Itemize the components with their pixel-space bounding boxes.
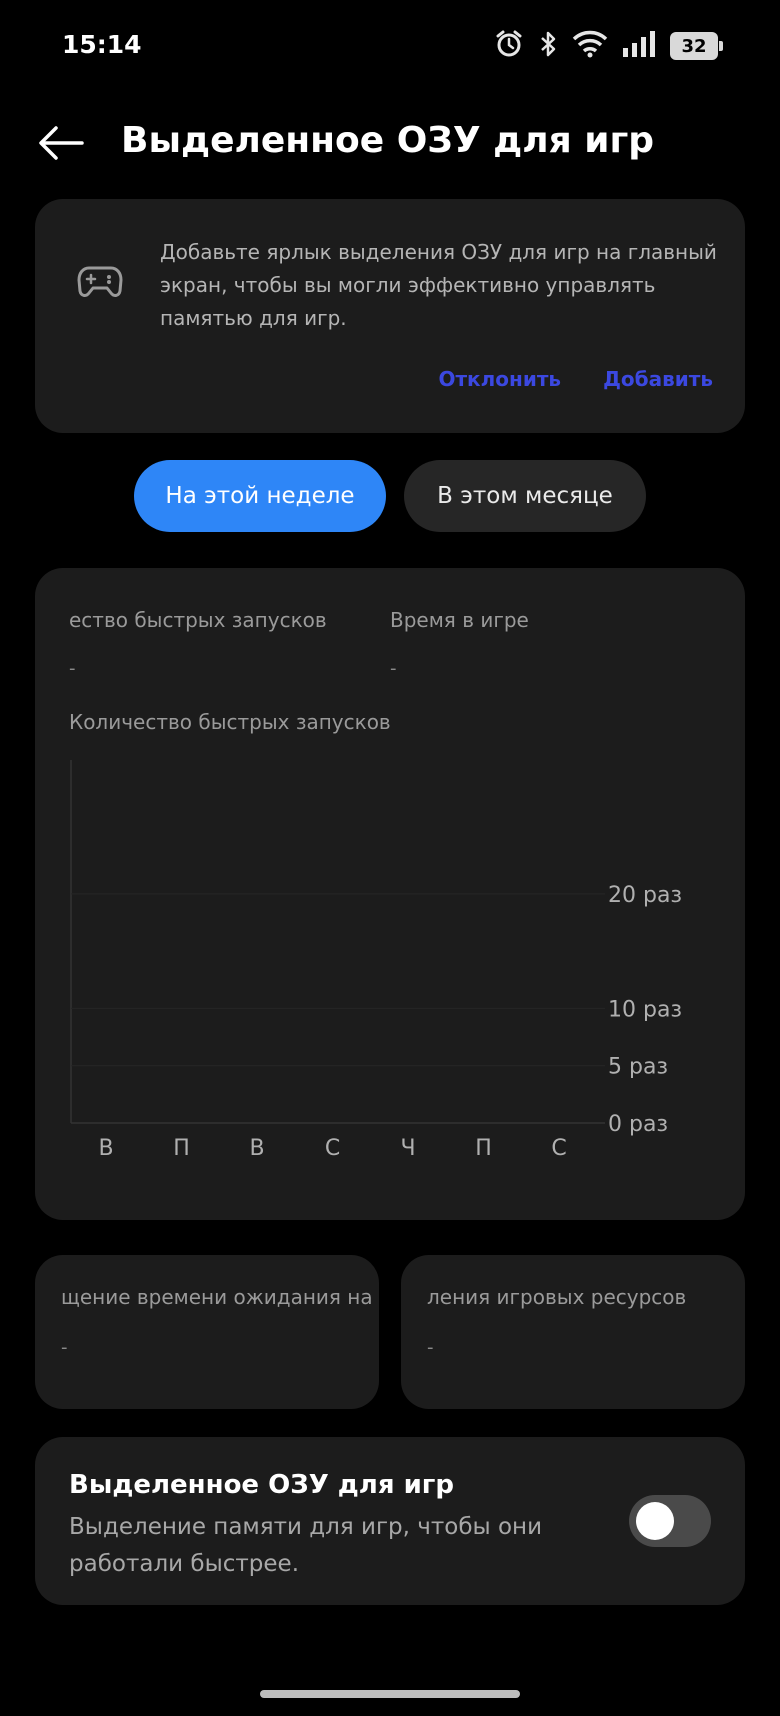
shortcut-promo-card: Добавьте ярлык выделения ОЗУ для игр на … xyxy=(35,199,745,433)
tab-this-month[interactable]: В этом месяце xyxy=(404,460,646,532)
game-resources-label: ления игровых ресурсов xyxy=(427,1285,687,1309)
chart-y-tick-label: 0 раз xyxy=(608,1112,668,1137)
switch-knob xyxy=(636,1502,674,1540)
alarm-icon xyxy=(494,29,524,63)
promo-actions: Отклонить Добавить xyxy=(438,367,713,391)
add-shortcut-button[interactable]: Добавить xyxy=(603,367,713,391)
wait-time-card: щение времени ожидания на - xyxy=(35,1255,379,1409)
game-resources-card: ления игровых ресурсов - xyxy=(401,1255,745,1409)
status-bar: 15:14 32 xyxy=(0,0,780,96)
ram-toggle-card: Выделенное ОЗУ для игр Выделение памяти … xyxy=(35,1437,745,1605)
quick-launches-chart: 20 раз 10 раз 5 раз 0 раз В П В С Ч П С xyxy=(70,760,682,1161)
chart-x-tick-label: П xyxy=(475,1136,492,1161)
ram-toggle-description: Выделение памяти для игр, чтобы они рабо… xyxy=(69,1514,543,1577)
chart-y-tick-label: 10 раз xyxy=(608,997,682,1022)
page-title: Выделенное ОЗУ для игр xyxy=(121,120,655,161)
game-resources-value: - xyxy=(427,1337,434,1358)
chart-x-tick-label: П xyxy=(173,1136,190,1161)
dismiss-button[interactable]: Отклонить xyxy=(438,367,561,391)
wait-time-label: щение времени ожидания на xyxy=(61,1285,373,1309)
chart-x-tick-label: С xyxy=(551,1136,566,1161)
status-icons: 32 xyxy=(494,28,723,64)
chart-x-tick-label: В xyxy=(98,1136,113,1161)
ram-toggle-title: Выделенное ОЗУ для игр xyxy=(69,1470,454,1500)
battery-icon: 32 xyxy=(670,32,723,60)
tab-this-week[interactable]: На этой неделе xyxy=(134,460,386,532)
chart-x-tick-label: Ч xyxy=(400,1136,415,1161)
signal-icon xyxy=(622,30,656,62)
home-indicator[interactable] xyxy=(260,1690,520,1698)
promo-text: Добавьте ярлык выделения ОЗУ для игр на … xyxy=(160,240,717,330)
bluetooth-icon xyxy=(538,29,558,63)
stats-card: ество быстрых запусков - Время в игре - … xyxy=(35,568,745,1220)
arrow-left-icon xyxy=(39,126,84,160)
wait-time-value: - xyxy=(61,1337,68,1358)
chart-x-tick-label: С xyxy=(325,1136,340,1161)
ram-toggle-switch[interactable] xyxy=(629,1495,711,1547)
chart-x-tick-label: В xyxy=(249,1136,264,1161)
back-button[interactable] xyxy=(36,118,86,168)
chart-y-tick-label: 20 раз xyxy=(608,883,682,908)
status-time: 15:14 xyxy=(62,30,142,59)
gamepad-icon xyxy=(77,265,123,303)
chart-y-tick-label: 5 раз xyxy=(608,1055,668,1080)
wifi-icon xyxy=(572,30,608,62)
